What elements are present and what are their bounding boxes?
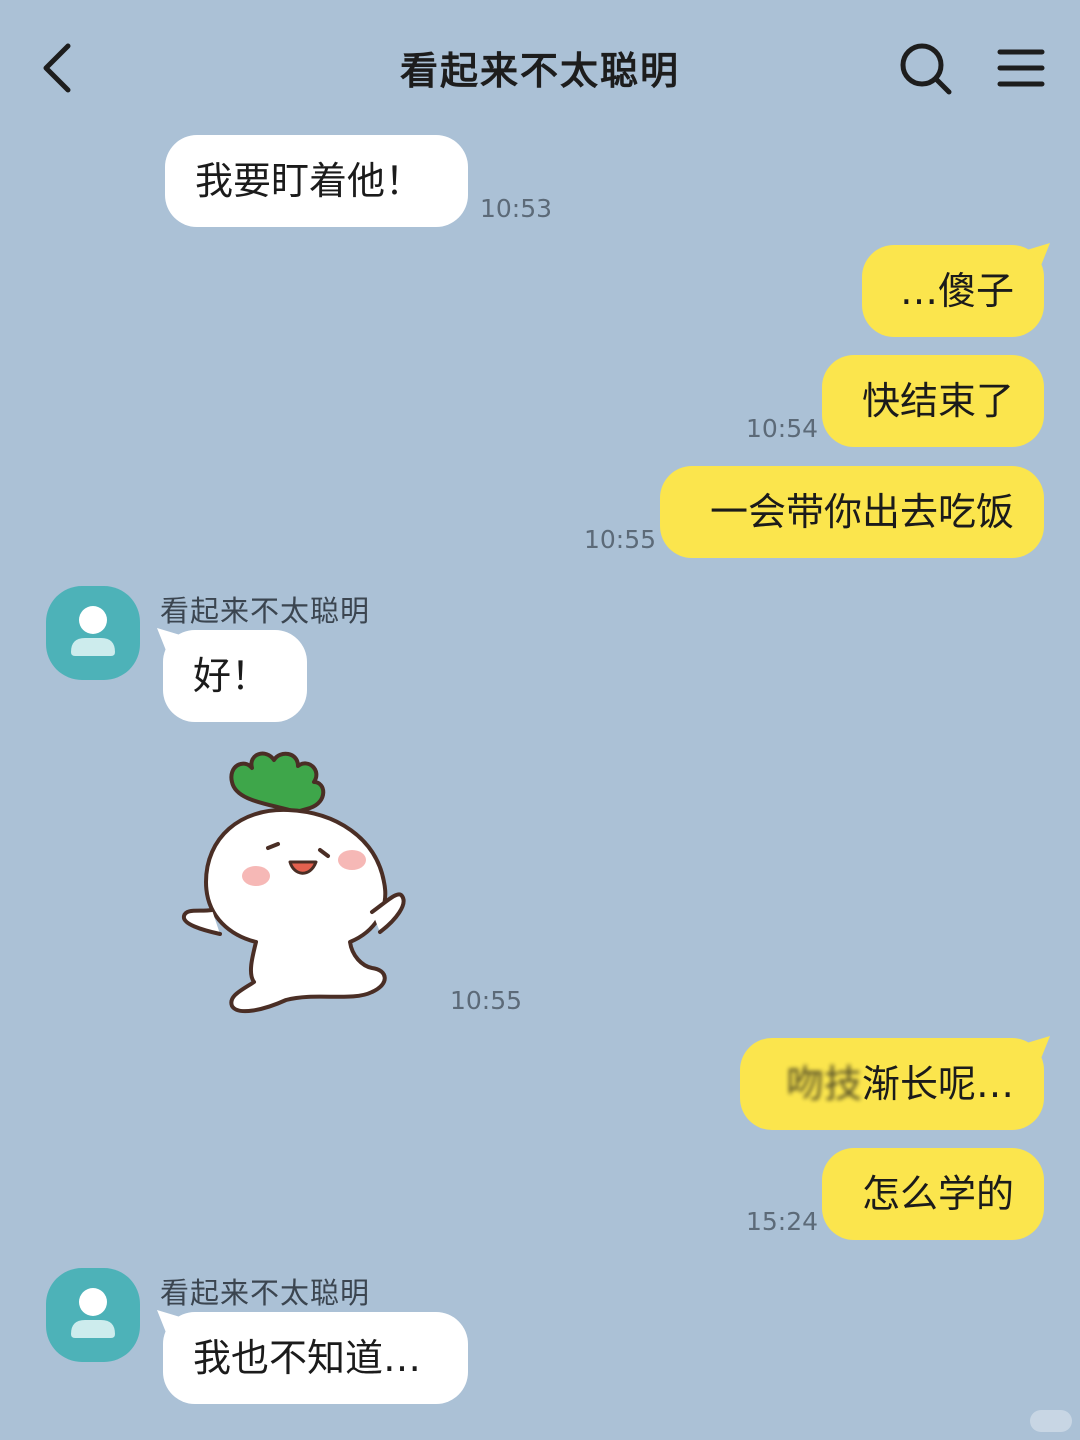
chat-screen: 看起来不太聪明 我要盯着他！ 10:53 …傻子 快结束了 10:54 一会带你… [0,0,1080,1440]
chat-header: 看起来不太聪明 [0,0,1080,130]
avatar[interactable] [46,1268,140,1362]
message-text: 渐长呢… [861,1062,1014,1106]
bubble-tail [1028,243,1050,265]
message-time: 10:53 [480,194,553,223]
sender-name: 看起来不太聪明 [160,1276,371,1310]
radish-sticker[interactable] [176,742,416,1024]
avatar[interactable] [46,586,140,680]
message-text: 怎么学的 [861,1172,1014,1216]
blurred-text: 吻技 [785,1062,862,1106]
message-time: 10:55 [584,525,657,554]
message-bubble-incoming[interactable]: 我也不知道… [157,1310,468,1404]
search-icon [900,43,952,95]
sender-name: 看起来不太聪明 [160,594,371,628]
message-text: 一会带你出去吃饭 [709,490,1014,534]
watermark [1030,1410,1072,1432]
bubble-tail [157,1310,179,1332]
bubble-tail [1028,1036,1050,1058]
message-time: 10:54 [746,414,819,443]
message-text: 快结束了 [861,379,1014,423]
message-bubble-incoming[interactable]: 好！ [157,628,307,722]
message-bubble-outgoing[interactable]: …傻子 [862,243,1050,337]
message-text: …傻子 [899,269,1014,313]
person-icon [71,1288,115,1338]
message-bubble-outgoing[interactable]: 怎么学的 [822,1148,1044,1240]
message-bubble-outgoing[interactable]: 一会带你出去吃饭 [660,466,1044,558]
message-time: 15:24 [746,1207,819,1236]
message-time: 10:55 [450,986,523,1015]
bubble-tail [157,628,179,650]
message-text: 我要盯着他！ [195,159,424,203]
message-bubble-outgoing[interactable]: 快结束了 [822,355,1044,447]
message-text: 好！ [193,654,270,698]
menu-button[interactable] [992,40,1050,96]
menu-icon [997,49,1045,87]
person-icon [71,606,115,656]
message-bubble-incoming[interactable]: 我要盯着他！ [165,135,468,227]
message-text: 我也不知道… [193,1336,422,1380]
message-bubble-outgoing[interactable]: 吻技渐长呢… [740,1036,1050,1130]
search-button[interactable] [895,38,955,98]
